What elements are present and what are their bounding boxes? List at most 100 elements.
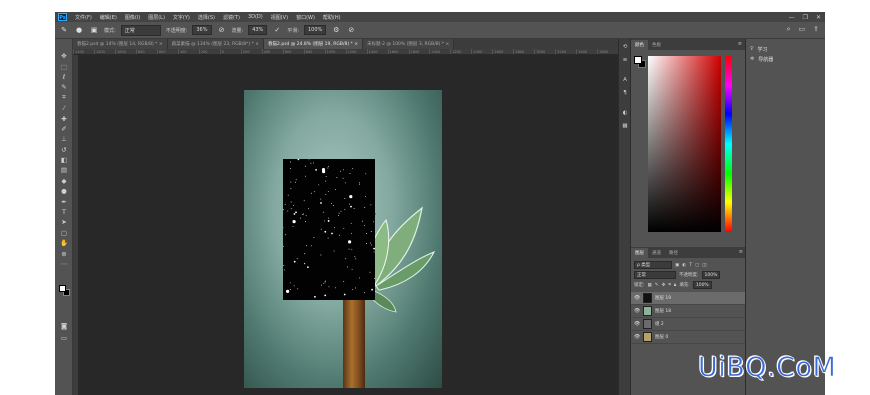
visibility-eye-icon[interactable]: 👁︎ (634, 295, 640, 301)
filter-type-icon[interactable]: T (689, 263, 692, 268)
type-tool-icon[interactable]: T (55, 207, 73, 217)
hand-tool-icon[interactable]: ✋ (55, 238, 73, 248)
eyedropper-tool-icon[interactable]: ⁄ (55, 103, 73, 113)
lock-move-icon[interactable]: ✥ (662, 283, 666, 288)
menu-help[interactable]: 帮助(H) (319, 14, 345, 21)
menu-file[interactable]: 文件(F) (71, 14, 96, 21)
blend-mode-select[interactable]: 正常 (634, 271, 676, 279)
filter-pixel-icon[interactable]: ▣ (675, 263, 679, 268)
lasso-tool-icon[interactable]: ℓ (55, 72, 73, 82)
document-image[interactable] (244, 90, 442, 388)
filter-shape-icon[interactable]: ▢ (695, 263, 699, 268)
star-dot (310, 162, 312, 164)
menu-type[interactable]: 文字(Y) (169, 14, 194, 21)
visibility-eye-icon[interactable]: 👁︎ (634, 321, 640, 327)
share-icon[interactable]: ⇪ (813, 25, 819, 34)
more-tools-icon[interactable]: ⋯ (55, 259, 73, 269)
quick-select-tool-icon[interactable]: ✎ (55, 82, 73, 92)
visibility-eye-icon[interactable]: 👁︎ (634, 334, 640, 340)
ruler-tick: 1800 (408, 49, 430, 54)
ruler-tick: 3400 (576, 49, 597, 54)
brush-tool-icon[interactable]: ✐ (55, 124, 73, 134)
lock-paint-icon[interactable]: ✎ (655, 283, 659, 288)
tool-options-bar: ✎ ● ▣ 模式: 正常 不透明度: 36% ⊘ 流量: 43% ✓ 平滑: 1… (55, 22, 825, 39)
brush-size-icon[interactable]: ● (74, 25, 84, 35)
workspace-icon[interactable]: ▭ (799, 25, 806, 34)
opacity-field[interactable]: 36% (192, 25, 212, 35)
panel-foreground-swatch[interactable] (634, 56, 642, 64)
ruler-tick: 2000 (429, 49, 450, 54)
star-dot (340, 210, 342, 212)
layer-opacity-field[interactable]: 100% (701, 271, 721, 279)
lock-artboard-icon[interactable]: ⌗ (668, 282, 671, 288)
hue-slider[interactable] (725, 56, 732, 232)
menu-layer[interactable]: 图层(L) (144, 14, 169, 21)
panel-menu-icon[interactable]: ≡ (738, 41, 742, 47)
canvas-area[interactable] (79, 55, 618, 395)
filter-smart-icon[interactable]: ◫ (702, 263, 706, 268)
eraser-tool-icon[interactable]: ◧ (55, 155, 73, 165)
mode-select[interactable]: 正常 (120, 24, 161, 36)
lock-pixels-icon[interactable]: ▦ (648, 283, 652, 288)
quick-mask-icon[interactable]: ◙ (55, 321, 73, 331)
visibility-eye-icon[interactable]: 👁︎ (634, 308, 640, 314)
lock-all-icon[interactable]: 🔒︎ (674, 282, 676, 288)
path-select-tool-icon[interactable]: ➤ (55, 217, 73, 227)
smoothing-field[interactable]: 100% (304, 25, 327, 35)
move-tool-icon[interactable]: ✥ (55, 51, 73, 61)
blur-tool-icon[interactable]: ◆ (55, 176, 73, 186)
screen-mode-icon[interactable]: ▭ (55, 333, 73, 343)
document-tab[interactable]: 未标题-2 @ 100% (图层 3, RGB/8) * × (362, 39, 455, 49)
foreground-color-swatch[interactable] (59, 285, 66, 292)
filter-adjust-icon[interactable]: ◐ (682, 263, 686, 268)
menu-window[interactable]: 窗口(W) (292, 14, 319, 21)
search-icon[interactable]: ⌕ (787, 25, 791, 34)
menu-image[interactable]: 图像(I) (121, 14, 144, 21)
tab-paths[interactable]: 路径 (665, 248, 682, 258)
close-button[interactable]: ✕ (816, 14, 821, 21)
pressure-size-icon[interactable]: ⊘ (346, 25, 356, 35)
tab-swatches[interactable]: 色板 (648, 40, 665, 50)
panel-menu-icon[interactable]: ≡ (739, 249, 743, 255)
document-tab-active[interactable]: 春猫2.psd @ 24.8% (图层 19, RGB/8) * × (264, 39, 363, 49)
tab-layers[interactable]: 图层 (631, 248, 648, 258)
menu-view[interactable]: 视图(V) (267, 14, 292, 21)
healing-tool-icon[interactable]: ✚ (55, 113, 73, 123)
menu-filter[interactable]: 滤镜(T) (219, 14, 244, 21)
dodge-tool-icon[interactable]: ● (55, 186, 73, 196)
document-tab[interactable]: 蔬菜素描 @ 134% (图层 23, RGB/8*) * × (167, 39, 265, 49)
restore-button[interactable]: ❐ (803, 14, 808, 21)
fill-field[interactable]: 100% (692, 281, 712, 289)
stamp-tool-icon[interactable]: ⊥ (55, 134, 73, 144)
star-dot (373, 247, 375, 250)
pen-tool-icon[interactable]: ✒ (55, 196, 73, 206)
gradient-tool-icon[interactable]: ▤ (55, 165, 73, 175)
layer-kind-filter[interactable]: ρ 类型 (634, 261, 672, 269)
menu-edit[interactable]: 编辑(E) (96, 14, 121, 21)
tab-color[interactable]: 颜色 (631, 40, 648, 50)
layer-row[interactable]: 👁︎ 组 2 (631, 318, 746, 331)
brush-panel-icon[interactable]: ▣ (89, 25, 99, 35)
marquee-tool-icon[interactable]: ⬚ (55, 61, 73, 71)
navigator-panel-item[interactable]: ✲ 导航器 (750, 54, 821, 64)
history-brush-tool-icon[interactable]: ↺ (55, 145, 73, 155)
brush-tool-icon[interactable]: ✎ (59, 25, 69, 35)
layer-row[interactable]: 👁︎ 图层 18 (631, 305, 746, 318)
flow-field[interactable]: 43% (248, 25, 268, 35)
zoom-tool-icon[interactable]: ⊕ (55, 248, 73, 258)
tab-channels[interactable]: 通道 (648, 248, 665, 258)
minimize-button[interactable]: — (789, 14, 795, 21)
learn-panel-item[interactable]: 💡︎ 学习 (750, 44, 821, 54)
color-panel (631, 50, 745, 245)
shape-tool-icon[interactable]: ▢ (55, 228, 73, 238)
color-picker-field[interactable] (648, 56, 721, 232)
layer-row[interactable]: 👁︎ 图层 19 (631, 292, 746, 305)
pressure-opacity-icon[interactable]: ⊘ (217, 25, 227, 35)
layer-row[interactable]: 👁︎ 图层 0 (631, 331, 746, 344)
crop-tool-icon[interactable]: ⌗ (55, 93, 73, 103)
menu-3d[interactable]: 3D(D) (244, 14, 267, 20)
airbrush-icon[interactable]: ✓ (272, 25, 282, 35)
document-tab[interactable]: 春猫2.psd @ 14% (图层 14, RGB/8) * × (73, 39, 168, 49)
smoothing-settings-icon[interactable]: ⚙ (331, 25, 341, 35)
menu-select[interactable]: 选择(S) (194, 14, 219, 21)
